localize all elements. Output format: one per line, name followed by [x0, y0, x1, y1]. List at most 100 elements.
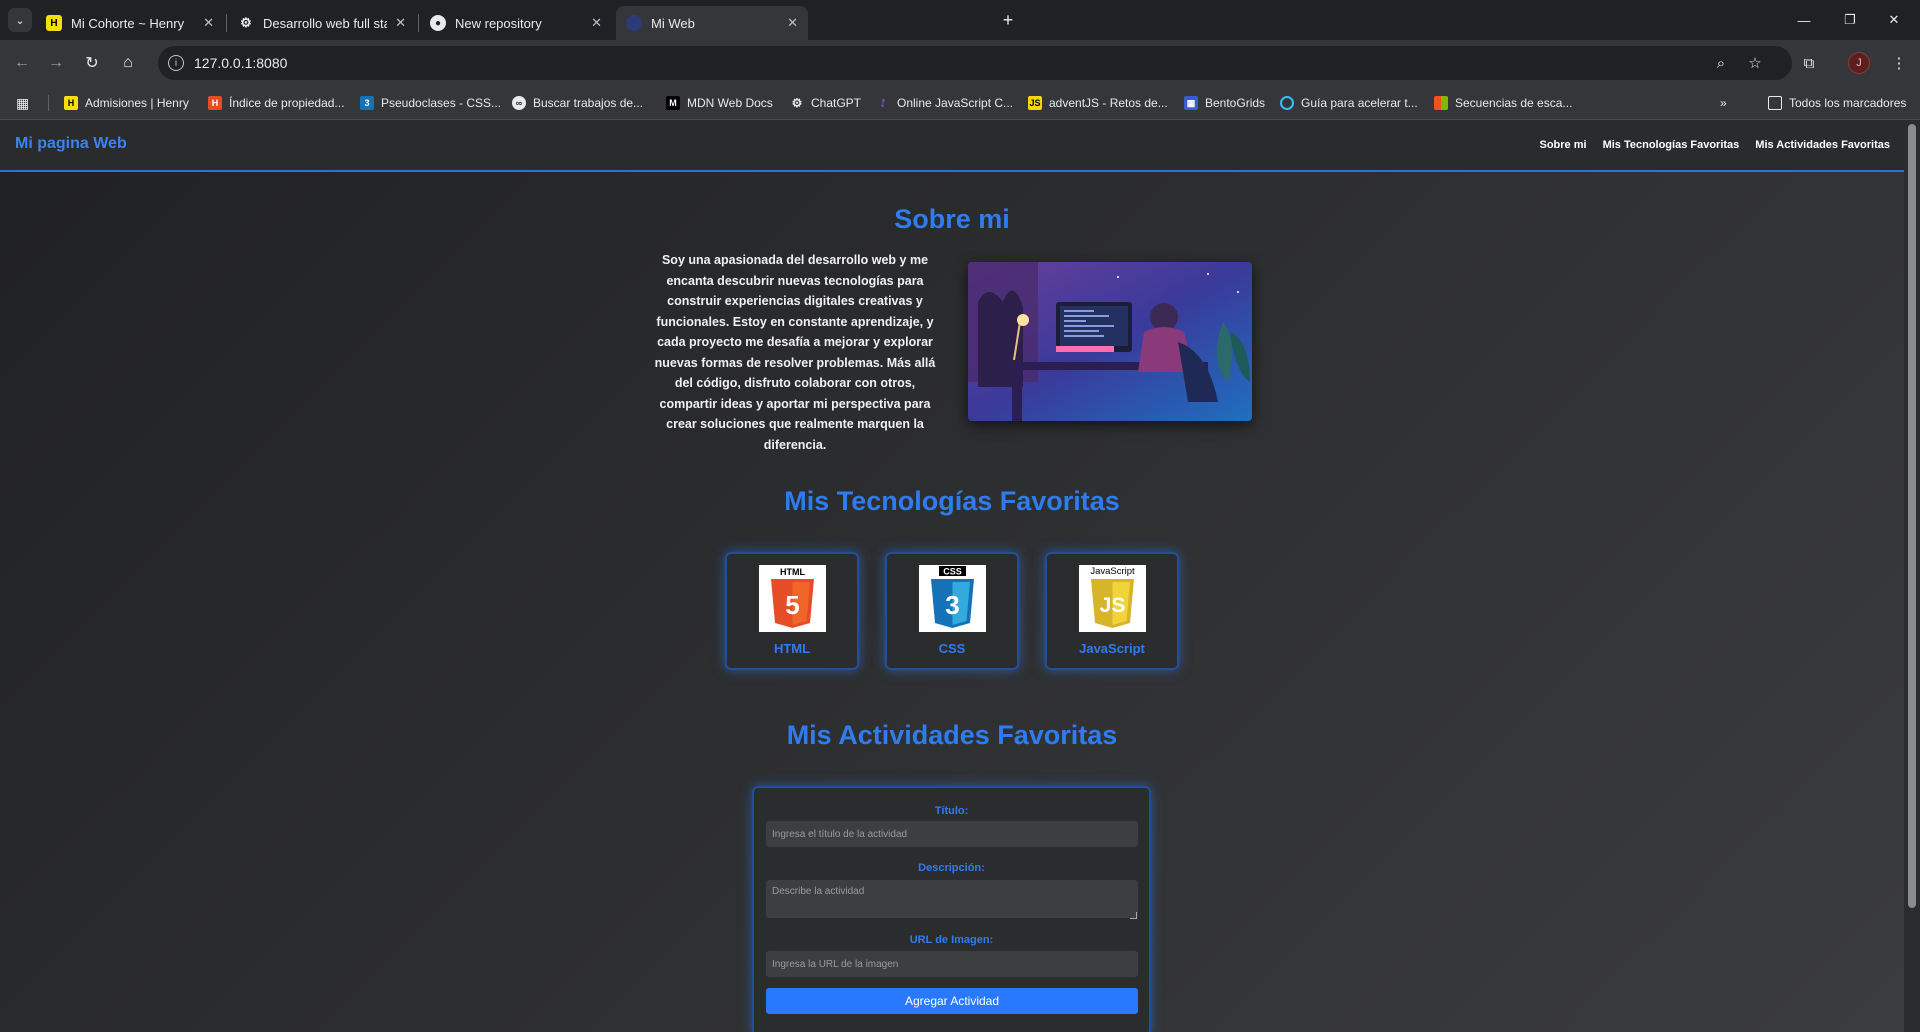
tab-separator: [418, 14, 419, 32]
description-label: Descripción:: [918, 862, 985, 874]
restore-icon: ❐: [1844, 12, 1856, 27]
html5-logo-icon: HTML 5: [759, 565, 826, 632]
zoom-icon[interactable]: ⌕: [1712, 54, 1730, 72]
tech-card-css[interactable]: CSS 3 CSS: [885, 552, 1019, 670]
about-heading: Sobre mi: [894, 204, 1010, 234]
tab-mi-web[interactable]: Mi Web ✕: [616, 6, 808, 40]
svg-text:CSS: CSS: [943, 567, 962, 577]
arrow-left-icon: ←: [14, 54, 30, 71]
tech-card-javascript[interactable]: JavaScript JS JavaScript: [1045, 552, 1179, 670]
chevron-down-icon: ⌄: [15, 14, 25, 27]
tab-new-repository[interactable]: ● New repository ✕: [420, 6, 612, 40]
bookmark-mdn[interactable]: M MDN Web Docs: [666, 93, 773, 113]
title-label: Título:: [934, 805, 969, 817]
tech-heading: Mis Tecnologías Favoritas: [784, 486, 1120, 516]
tab-desarrollo-web[interactable]: ⚙ Desarrollo web full stack ✕: [228, 6, 416, 40]
menu-icon[interactable]: ⋮: [1890, 54, 1908, 72]
tab-title: Mi Cohorte ~ Henry: [71, 15, 185, 31]
bookmark-pseudoclases[interactable]: 3 Pseudoclases - CSS...: [360, 93, 501, 113]
nav-link-sobre-mi[interactable]: Sobre mi: [1539, 139, 1586, 151]
nav-link-actividades[interactable]: Mis Actividades Favoritas: [1755, 139, 1890, 151]
site-nav: Sobre mi Mis Tecnologías Favoritas Mis A…: [1539, 139, 1890, 151]
tech-label: JavaScript: [1079, 641, 1145, 656]
page-scrollbar[interactable]: [1904, 120, 1920, 1032]
close-icon[interactable]: ✕: [395, 15, 406, 31]
address-bar[interactable]: i 127.0.0.1:8080 ⌕ ☆: [158, 46, 1792, 80]
minimize-icon: —: [1797, 12, 1811, 28]
css3-icon: 3: [360, 96, 374, 110]
svg-text:JS: JS: [1100, 594, 1126, 617]
tab-title: Desarrollo web full stack: [263, 15, 387, 31]
forward-button[interactable]: →: [42, 49, 70, 77]
tech-card-html[interactable]: HTML 5 HTML: [725, 552, 859, 670]
more-bookmarks-icon[interactable]: »: [1720, 93, 1727, 113]
activities-heading: Mis Actividades Favoritas: [786, 720, 1118, 750]
reload-icon: ↻: [85, 55, 99, 72]
mdn-icon: M: [666, 96, 680, 110]
plus-icon: +: [1002, 9, 1014, 30]
nav-link-tecnologias[interactable]: Mis Tecnologías Favoritas: [1603, 139, 1740, 151]
bookmarks-bar: ▦ H Admisiones | Henry H Índice de propied…: [0, 86, 1920, 120]
bookmark-buscar-trabajos[interactable]: ∞ Buscar trabajos de...: [512, 93, 643, 113]
tech-label: CSS: [938, 641, 966, 656]
js-icon: JS: [1028, 96, 1042, 110]
reload-button[interactable]: ↻: [78, 49, 106, 77]
github-favicon-icon: ●: [430, 15, 446, 31]
bookmark-guia[interactable]: Guía para acelerar t...: [1280, 93, 1418, 113]
new-tab-button[interactable]: +: [996, 8, 1020, 32]
back-button[interactable]: ←: [8, 49, 36, 77]
activity-title-input[interactable]: [766, 821, 1138, 847]
bookmark-adventjs[interactable]: JS adventJS - Retos de...: [1028, 93, 1168, 113]
close-icon[interactable]: ✕: [203, 15, 214, 31]
svg-text:3: 3: [945, 590, 959, 620]
bookmark-indice[interactable]: H Índice de propiedad...: [208, 93, 344, 113]
site-info-icon[interactable]: i: [168, 55, 184, 71]
bookmark-online-js[interactable]: ᛇ Online JavaScript C...: [876, 93, 1013, 113]
about-text: Soy una apasionada del desarrollo web y …: [654, 253, 936, 452]
jobs-icon: ∞: [512, 96, 526, 110]
site-header: Mi pagina Web Sobre mi Mis Tecnologías F…: [0, 120, 1904, 172]
all-bookmarks-folder[interactable]: Todos los marcadores: [1768, 93, 1906, 113]
css3-logo-icon: CSS 3: [919, 565, 986, 632]
activity-image-url-input[interactable]: [766, 951, 1138, 977]
circle-icon: [1280, 96, 1294, 110]
tech-label: HTML: [773, 641, 811, 656]
svg-text:JavaScript: JavaScript: [1090, 566, 1135, 577]
bookmark-secuencias[interactable]: Secuencias de esca...: [1434, 93, 1572, 113]
bookmark-admisiones[interactable]: H Admisiones | Henry: [64, 93, 189, 113]
site-logo[interactable]: Mi pagina Web: [15, 135, 127, 153]
bookmark-bentogrids[interactable]: ▦ BentoGrids: [1184, 93, 1265, 113]
apps-icon[interactable]: ▦: [16, 93, 29, 113]
tab-search-button[interactable]: ⌄: [8, 8, 32, 32]
close-icon[interactable]: ✕: [787, 15, 798, 31]
javascript-logo-icon: JavaScript JS: [1079, 565, 1146, 632]
tab-mi-cohorte[interactable]: H Mi Cohorte ~ Henry ✕: [36, 6, 224, 40]
arrow-right-icon: →: [48, 54, 64, 71]
chatgpt-icon: ⚙: [791, 96, 803, 110]
resize-handle-icon[interactable]: [1130, 912, 1137, 919]
bookmark-star-icon[interactable]: ☆: [1746, 54, 1764, 72]
tab-separator: [226, 14, 227, 32]
js-compiler-icon: ᛇ: [880, 98, 886, 108]
svg-text:HTML: HTML: [780, 567, 805, 577]
scrollbar-thumb[interactable]: [1908, 124, 1916, 908]
profile-avatar[interactable]: J: [1848, 52, 1870, 74]
tab-strip: ⌄ H Mi Cohorte ~ Henry ✕ ⚙ Desarrollo we…: [0, 0, 1920, 40]
image-url-label: URL de Imagen:: [909, 934, 994, 946]
page-viewport: Mi pagina Web Sobre mi Mis Tecnologías F…: [0, 120, 1904, 1032]
henry-icon: H: [64, 96, 78, 110]
tab-title: Mi Web: [651, 15, 695, 31]
activity-description-input[interactable]: [766, 880, 1138, 918]
globe-favicon-icon: [626, 15, 642, 31]
close-window-button[interactable]: ✕: [1866, 0, 1920, 40]
home-button[interactable]: ⌂: [114, 49, 142, 77]
extensions-icon[interactable]: ⧉: [1800, 54, 1818, 72]
close-icon[interactable]: ✕: [591, 15, 602, 31]
svg-text:5: 5: [785, 590, 799, 620]
chatgpt-favicon-icon: ⚙: [240, 15, 252, 30]
microsoft-icon: [1434, 96, 1448, 110]
bookmark-chatgpt[interactable]: ⚙ ChatGPT: [790, 93, 861, 113]
activity-form: Título: Descripción: URL de Imagen: Agre…: [752, 786, 1151, 1032]
tab-title: New repository: [455, 15, 542, 31]
add-activity-button[interactable]: Agregar Actividad: [766, 988, 1138, 1014]
